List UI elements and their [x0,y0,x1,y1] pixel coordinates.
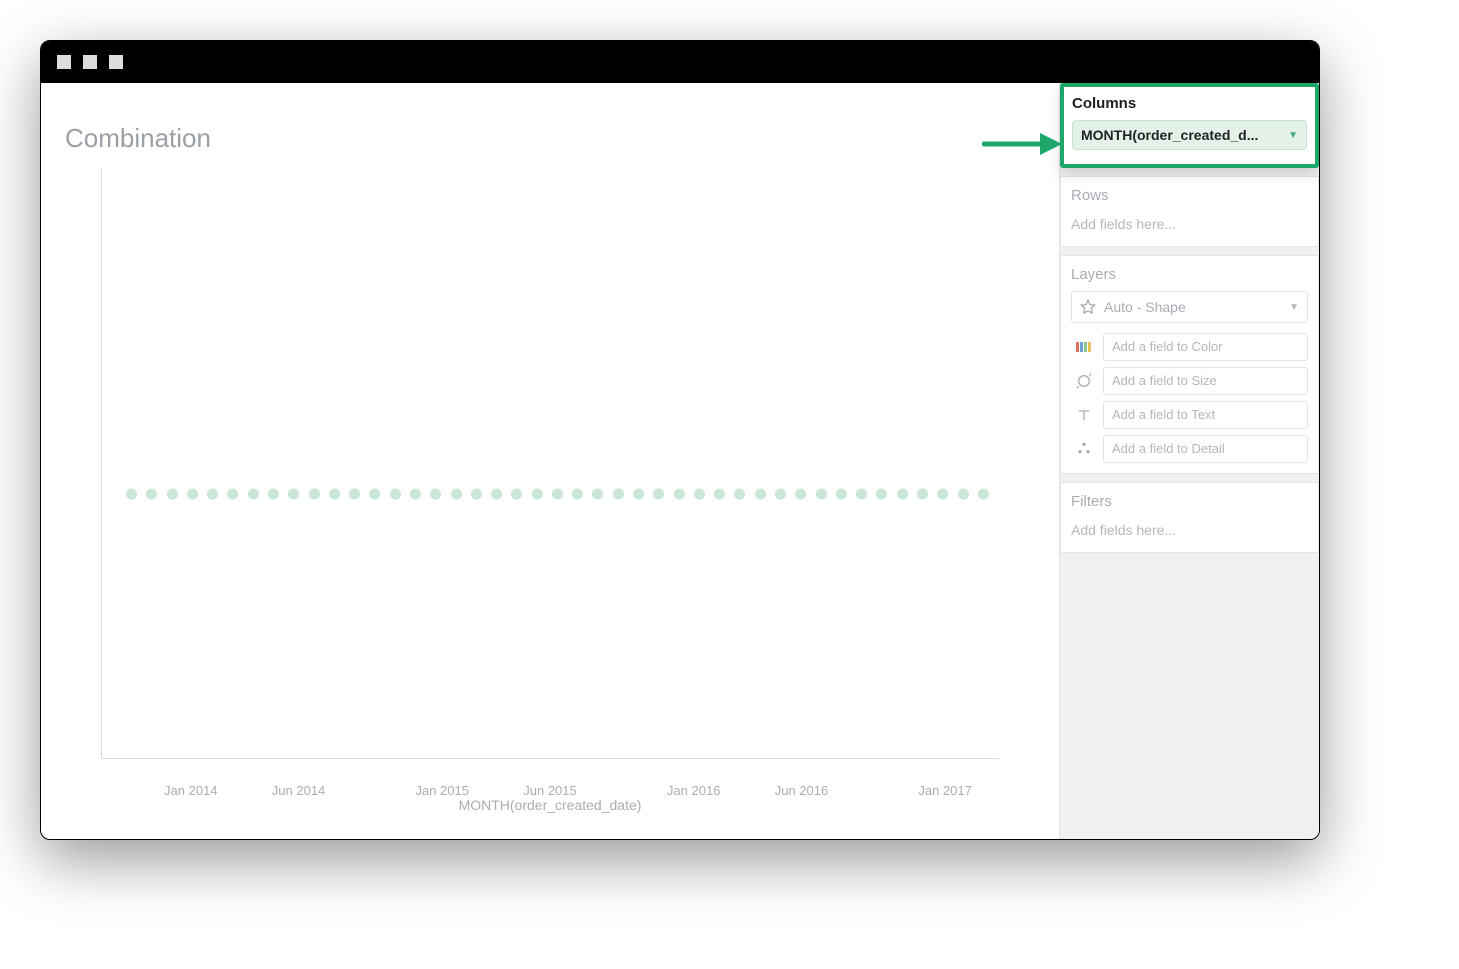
data-point[interactable] [471,488,482,499]
data-dots [126,488,989,499]
data-point[interactable] [937,488,948,499]
data-point[interactable] [917,488,928,499]
data-point[interactable] [592,488,603,499]
data-point[interactable] [532,488,543,499]
size-icon [1071,367,1097,395]
layers-title: Layers [1071,266,1308,283]
x-axis-label: MONTH(order_created_date) [71,797,1029,813]
rows-panel[interactable]: Rows Add fields here... [1060,176,1319,247]
data-point[interactable] [451,488,462,499]
y-axis [101,168,102,759]
data-point[interactable] [268,488,279,499]
data-point[interactable] [674,488,685,499]
data-point[interactable] [491,488,502,499]
rows-placeholder: Add fields here... [1071,212,1308,236]
data-point[interactable] [329,488,340,499]
color-shelf-input[interactable]: Add a field to Color [1103,333,1308,361]
text-shelf-input[interactable]: Add a field to Text [1103,401,1308,429]
x-tick: Jan 2017 [918,783,972,798]
data-point[interactable] [187,488,198,499]
size-shelf[interactable]: Add a field to Size [1071,367,1308,395]
callout-arrow-icon [982,129,1062,159]
x-tick: Jan 2015 [415,783,469,798]
window-control[interactable] [83,55,97,69]
rows-title: Rows [1071,187,1308,204]
content-area: Combination Jan 2014 Jun 2014 Jan 2015 Jun … [41,83,1319,839]
window-control[interactable] [109,55,123,69]
data-point[interactable] [897,488,908,499]
color-shelf[interactable]: Add a field to Color [1071,333,1308,361]
layer-type-select[interactable]: Auto - Shape ▼ [1071,291,1308,323]
detail-shelf-input[interactable]: Add a field to Detail [1103,435,1308,463]
columns-field-label: MONTH(order_created_d... [1081,127,1258,143]
window-control[interactable] [57,55,71,69]
data-point[interactable] [410,488,421,499]
data-point[interactable] [309,488,320,499]
data-point[interactable] [511,488,522,499]
layers-panel: Layers Auto - Shape ▼ [1060,255,1319,474]
chevron-down-icon: ▼ [1289,302,1299,313]
detail-icon [1071,435,1097,463]
window-titlebar [41,41,1319,83]
filters-panel[interactable]: Filters Add fields here... [1060,482,1319,553]
data-point[interactable] [207,488,218,499]
data-point[interactable] [734,488,745,499]
detail-shelf[interactable]: Add a field to Detail [1071,435,1308,463]
x-tick: Jun 2014 [272,783,326,798]
x-tick: Jan 2016 [667,783,721,798]
app-window: Combination Jan 2014 Jun 2014 Jan 2015 Jun … [40,40,1320,840]
size-shelf-input[interactable]: Add a field to Size [1103,367,1308,395]
data-point[interactable] [390,488,401,499]
data-point[interactable] [958,488,969,499]
columns-panel: Columns MONTH(order_created_d... ▼ [1060,83,1319,168]
data-point[interactable] [288,488,299,499]
data-point[interactable] [694,488,705,499]
data-point[interactable] [978,488,989,499]
chart-title: Combination [65,123,1029,154]
data-point[interactable] [653,488,664,499]
data-point[interactable] [795,488,806,499]
columns-field-pill[interactable]: MONTH(order_created_d... ▼ [1072,120,1307,150]
data-point[interactable] [613,488,624,499]
data-point[interactable] [369,488,380,499]
data-point[interactable] [126,488,137,499]
data-point[interactable] [876,488,887,499]
data-point[interactable] [836,488,847,499]
text-icon [1071,401,1097,429]
layer-type-label: Auto - Shape [1104,299,1186,315]
filters-placeholder: Add fields here... [1071,518,1308,542]
x-tick: Jun 2015 [523,783,577,798]
filters-title: Filters [1071,493,1308,510]
data-point[interactable] [633,488,644,499]
text-shelf[interactable]: Add a field to Text [1071,401,1308,429]
x-axis [101,758,999,759]
x-tick: Jan 2014 [164,783,218,798]
data-point[interactable] [755,488,766,499]
chart-body: Jan 2014 Jun 2014 Jan 2015 Jun 2015 Jan 2016… [71,168,1029,819]
data-point[interactable] [227,488,238,499]
data-point[interactable] [816,488,827,499]
star-icon [1080,299,1096,315]
columns-title: Columns [1072,95,1307,112]
data-point[interactable] [856,488,867,499]
x-tick: Jun 2016 [775,783,829,798]
data-point[interactable] [349,488,360,499]
chevron-down-icon: ▼ [1288,130,1298,141]
color-icon [1071,333,1097,361]
config-sidebar: Columns MONTH(order_created_d... ▼ Rows … [1059,83,1319,839]
data-point[interactable] [167,488,178,499]
data-point[interactable] [714,488,725,499]
data-point[interactable] [248,488,259,499]
data-point[interactable] [572,488,583,499]
data-point[interactable] [552,488,563,499]
data-point[interactable] [775,488,786,499]
data-point[interactable] [430,488,441,499]
chart-area: Combination Jan 2014 Jun 2014 Jan 2015 Jun … [41,83,1059,839]
data-point[interactable] [146,488,157,499]
